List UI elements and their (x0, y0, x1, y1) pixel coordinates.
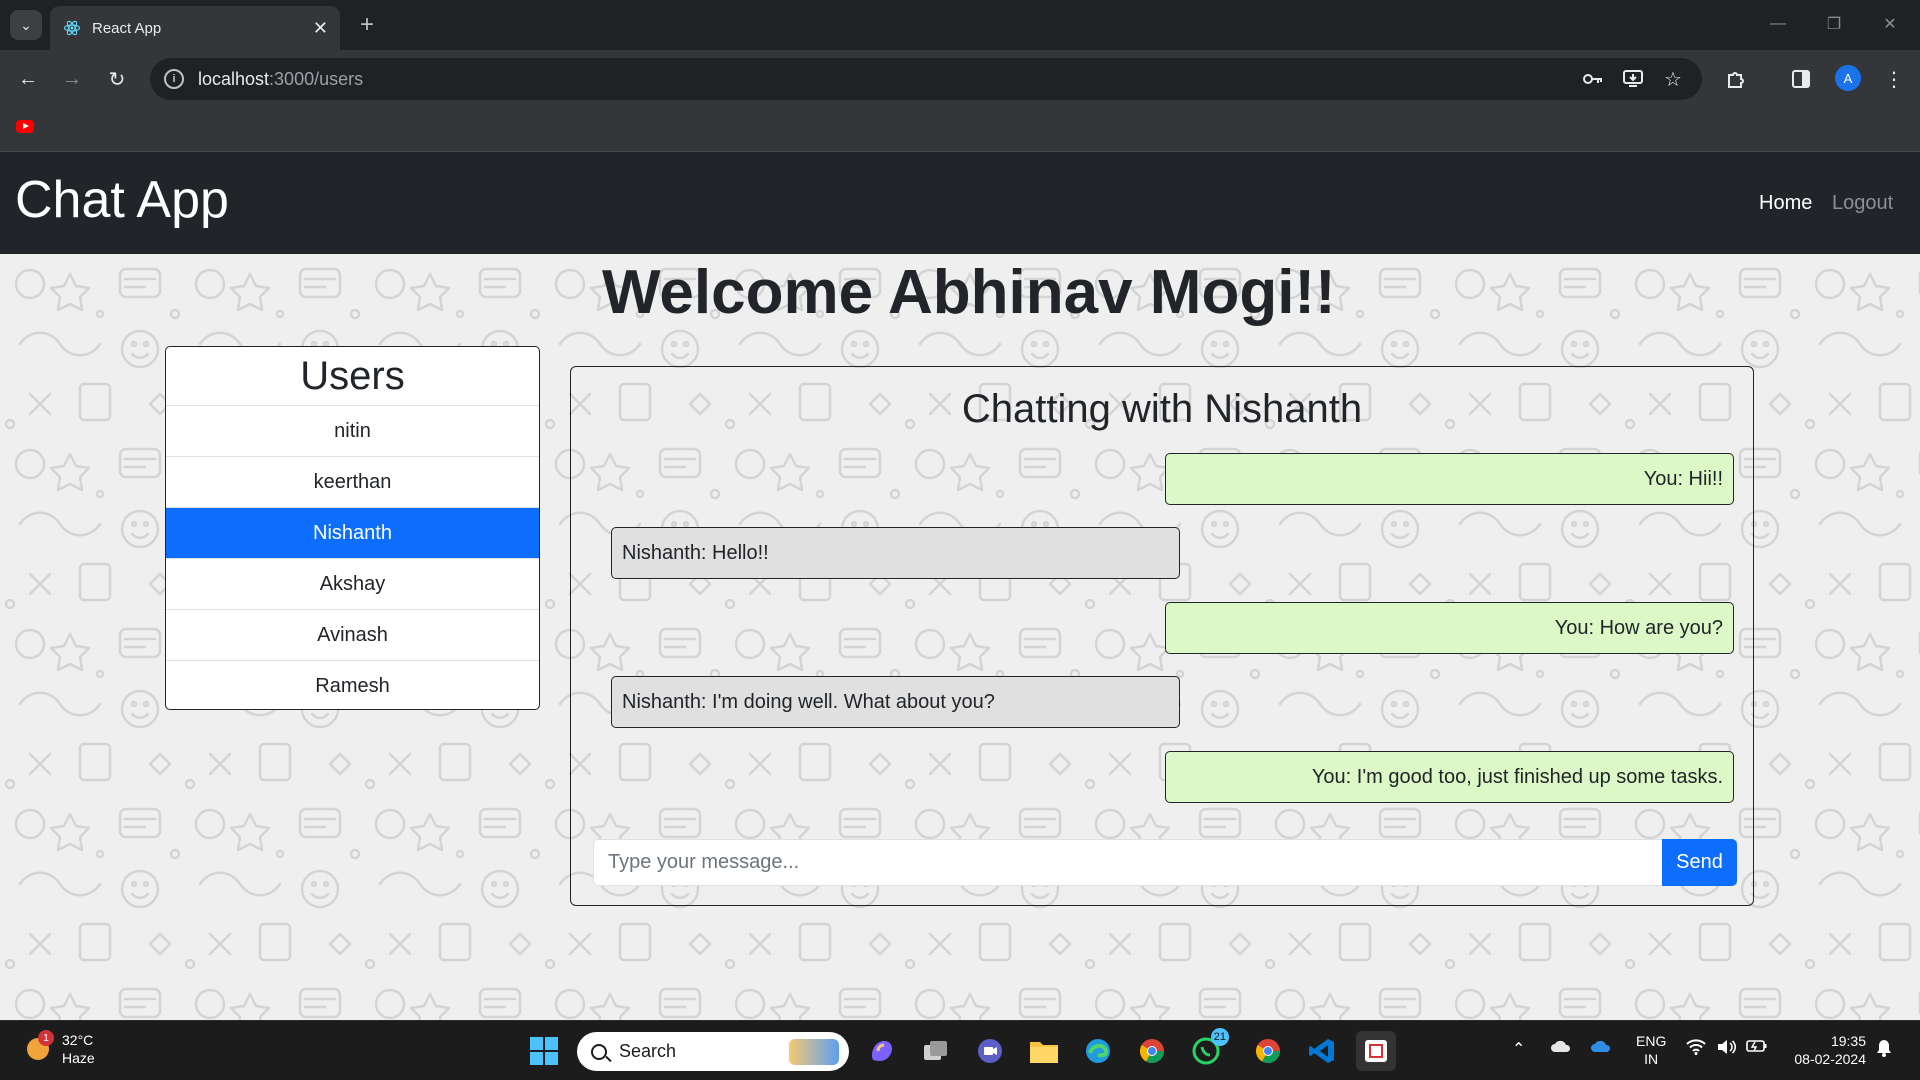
url-host: localhost (198, 68, 270, 89)
windows-start-icon[interactable] (524, 1031, 564, 1071)
message-bubble-sent: You: How are you? (1165, 602, 1734, 654)
profile-avatar[interactable]: A (1835, 65, 1861, 91)
taskbar-search[interactable]: Search (577, 1032, 849, 1071)
search-icon (591, 1043, 607, 1060)
snipping-tool-icon[interactable] (1356, 1031, 1396, 1071)
close-window-icon[interactable]: ✕ (1870, 8, 1910, 40)
forward-arrow-icon[interactable]: → (57, 64, 87, 94)
bookmarks-bar (0, 108, 1920, 152)
message-bubble-sent: You: Hii!! (1165, 453, 1734, 505)
youtube-bookmark-icon[interactable] (16, 120, 34, 133)
info-icon[interactable]: i (164, 69, 184, 89)
tab-close-icon[interactable]: ✕ (313, 18, 328, 39)
browser-toolbar: ← → ↻ i localhost:3000/users ☆ A ⋮ (0, 50, 1920, 108)
browser-tab[interactable]: React App ✕ (50, 6, 340, 50)
language-indicator[interactable]: ENG IN (1636, 1032, 1666, 1068)
whatsapp-badge: 21 (1210, 1028, 1229, 1046)
weather-sun-icon: 1 (22, 1030, 54, 1064)
taskbar-search-label: Search (619, 1041, 677, 1061)
clock-date: 08-02-2024 (1794, 1051, 1866, 1067)
message-bubble-received: Nishanth: Hello!! (611, 527, 1180, 579)
user-item-avinash[interactable]: Avinash (166, 610, 539, 661)
tray-chevron-up-icon[interactable]: ⌃ (1512, 1039, 1525, 1059)
notification-bell-icon[interactable] (1876, 1039, 1892, 1057)
weather-temp: 32°C (62, 1032, 94, 1048)
app-navbar: Chat App Home Logout (0, 152, 1920, 254)
extensions-icon[interactable] (1721, 64, 1751, 94)
taskbar-clock[interactable]: 19:35 08-02-2024 (1786, 1032, 1866, 1068)
weather-badge: 1 (38, 1030, 54, 1046)
users-list-card: Users nitin keerthan Nishanth Akshay Avi… (165, 346, 540, 710)
weather-desc: Haze (62, 1050, 95, 1066)
file-explorer-icon[interactable] (1024, 1031, 1064, 1071)
language-secondary: IN (1644, 1051, 1659, 1067)
user-item-keerthan[interactable]: keerthan (166, 457, 539, 508)
windows-taskbar: 1 32°C Haze Search 21 ⌃ ENG IN 19:35 08-… (0, 1020, 1920, 1080)
reload-icon[interactable]: ↻ (102, 64, 132, 94)
onedrive-blue-icon[interactable] (1590, 1039, 1612, 1053)
user-item-akshay[interactable]: Akshay (166, 559, 539, 610)
minimize-icon[interactable]: — (1758, 8, 1798, 40)
tab-search-button[interactable]: ⌄ (10, 10, 42, 40)
nav-home-link[interactable]: Home (1759, 192, 1812, 215)
browser-tab-bar: ⌄ React App ✕ + — ❐ ✕ (0, 0, 1920, 50)
new-tab-button[interactable]: + (352, 10, 382, 40)
clock-time: 19:35 (1830, 1033, 1866, 1049)
url-path: :3000/users (269, 68, 364, 89)
wifi-icon[interactable] (1686, 1039, 1706, 1055)
message-bubble-received: Nishanth: I'm doing well. What about you… (611, 676, 1180, 728)
message-bubble-sent: You: I'm good too, just finished up some… (1165, 751, 1734, 803)
weather-widget[interactable]: 1 32°C Haze (22, 1030, 95, 1067)
menu-kebab-icon[interactable]: ⋮ (1879, 64, 1909, 94)
chevron-down-icon: ⌄ (20, 16, 32, 33)
chrome-icon[interactable] (1132, 1031, 1172, 1071)
teams-meet-icon[interactable] (970, 1031, 1010, 1071)
chrome-profile-icon[interactable] (1248, 1031, 1288, 1071)
battery-icon[interactable] (1746, 1039, 1768, 1053)
vscode-icon[interactable] (1302, 1031, 1342, 1071)
language-primary: ENG (1636, 1033, 1667, 1049)
task-view-icon[interactable] (916, 1031, 956, 1071)
copilot-icon[interactable] (862, 1031, 902, 1071)
bookmark-star-icon[interactable]: ☆ (1658, 64, 1688, 94)
react-icon (62, 18, 82, 38)
chat-panel: Chatting with Nishanth You: Hii!! Nishan… (570, 366, 1754, 906)
key-icon[interactable] (1578, 64, 1608, 94)
restore-icon[interactable]: ❐ (1814, 8, 1854, 40)
volume-icon[interactable] (1716, 1039, 1736, 1055)
onedrive-cloud-icon[interactable] (1550, 1039, 1572, 1053)
nav-logout-link[interactable]: Logout (1832, 192, 1893, 215)
address-bar[interactable]: i localhost:3000/users (150, 58, 1702, 100)
install-app-icon[interactable] (1618, 64, 1648, 94)
welcome-heading: Welcome Abhinav Mogi!! (602, 258, 1336, 327)
chat-title: Chatting with Nishanth (961, 387, 1363, 431)
user-item-ramesh[interactable]: Ramesh (166, 661, 539, 709)
side-panel-icon[interactable] (1786, 64, 1816, 94)
app-brand[interactable]: Chat App (15, 170, 229, 230)
edge-browser-icon[interactable] (1078, 1031, 1118, 1071)
message-input[interactable] (593, 839, 1662, 886)
users-title: Users (166, 347, 539, 406)
web-page: Chat App Home Logout Welcome Abhinav Mog… (0, 152, 1920, 1020)
send-button[interactable]: Send (1662, 839, 1737, 886)
user-item-nitin[interactable]: nitin (166, 406, 539, 457)
search-highlight-icon (789, 1038, 839, 1065)
whatsapp-icon[interactable]: 21 (1186, 1028, 1229, 1071)
back-arrow-icon[interactable]: ← (13, 64, 43, 94)
tab-title: React App (92, 19, 162, 37)
user-item-nishanth[interactable]: Nishanth (166, 508, 539, 559)
